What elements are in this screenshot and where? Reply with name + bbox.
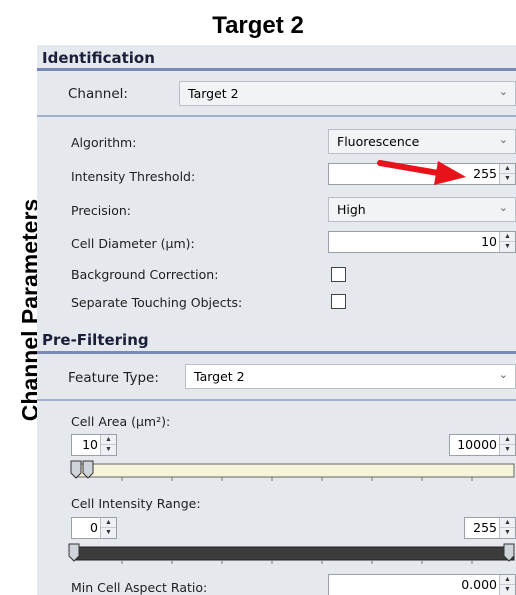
separate-objects-checkbox[interactable] [331, 294, 346, 309]
cell-area-min-input[interactable]: 10 ▲ ▼ [71, 434, 117, 456]
channel-value: Target 2 [188, 86, 239, 101]
cell-area-max-value: 10000 [457, 437, 497, 452]
figure-title: Target 2 [212, 12, 304, 39]
feature-rule [37, 399, 516, 401]
spin-down-icon[interactable]: ▼ [500, 585, 515, 595]
intensity-threshold-value: 255 [473, 166, 497, 181]
cell-intensity-range-label: Cell Intensity Range: [71, 496, 201, 511]
precision-dropdown[interactable]: High ⌄ [328, 197, 516, 222]
channel-label: Channel: [68, 86, 128, 102]
min-aspect-ratio-input[interactable]: 0.000 ▲ ▼ [328, 574, 516, 595]
spin-buttons[interactable]: ▲ ▼ [499, 435, 515, 455]
spin-down-icon[interactable]: ▼ [101, 528, 116, 538]
spin-buttons[interactable]: ▲ ▼ [100, 518, 116, 538]
background-correction-checkbox[interactable] [331, 267, 346, 282]
cell-diameter-input[interactable]: 10 ▲ ▼ [328, 231, 516, 253]
feature-type-dropdown[interactable]: Target 2 ⌄ [185, 364, 516, 389]
cell-area-track [76, 463, 515, 478]
spin-down-icon[interactable]: ▼ [500, 528, 515, 538]
identification-rule [37, 68, 516, 71]
min-aspect-ratio-label: Min Cell Aspect Ratio: [71, 580, 208, 595]
feature-type-label: Feature Type: [68, 370, 159, 386]
spin-buttons[interactable]: ▲ ▼ [499, 164, 515, 184]
spin-up-icon[interactable]: ▲ [500, 518, 515, 528]
precision-label: Precision: [71, 203, 131, 218]
cell-area-label: Cell Area (µm²): [71, 414, 171, 429]
spin-up-icon[interactable]: ▲ [500, 164, 515, 174]
min-aspect-ratio-value: 0.000 [461, 577, 497, 592]
spin-up-icon[interactable]: ▲ [500, 232, 515, 242]
algorithm-label: Algorithm: [71, 135, 137, 150]
separate-objects-label: Separate Touching Objects: [71, 295, 243, 310]
precision-value: High [337, 202, 366, 217]
spin-up-icon[interactable]: ▲ [101, 435, 116, 445]
range-track [74, 546, 515, 561]
spin-buttons[interactable]: ▲ ▼ [499, 575, 515, 595]
channel-rule [37, 115, 516, 117]
spin-down-icon[interactable]: ▼ [500, 242, 515, 252]
algorithm-value: Fluorescence [337, 134, 420, 149]
range-max-input[interactable]: 255 ▲ ▼ [464, 517, 516, 539]
spin-down-icon[interactable]: ▼ [101, 445, 116, 455]
cell-area-slider[interactable] [67, 459, 516, 485]
cell-intensity-range-slider[interactable] [67, 542, 516, 568]
red-arrow-annotation [377, 160, 466, 185]
settings-panel: Identification Channel: Target 2 ⌄ Algor… [37, 45, 516, 595]
algorithm-dropdown[interactable]: Fluorescence ⌄ [328, 129, 516, 154]
cell-area-min-value: 10 [82, 437, 98, 452]
intensity-threshold-label: Intensity Threshold: [71, 169, 196, 184]
range-max-value: 255 [473, 520, 497, 535]
identification-header: Identification [42, 49, 155, 67]
prefiltering-header: Pre-Filtering [42, 331, 149, 349]
chevron-down-icon: ⌄ [498, 368, 508, 381]
prefiltering-rule [37, 351, 516, 354]
chevron-down-icon: ⌄ [498, 201, 508, 214]
spin-buttons[interactable]: ▲ ▼ [499, 232, 515, 252]
spin-up-icon[interactable]: ▲ [500, 435, 515, 445]
range-min-input[interactable]: 0 ▲ ▼ [71, 517, 117, 539]
chevron-down-icon: ⌄ [498, 133, 508, 146]
spin-up-icon[interactable]: ▲ [500, 575, 515, 585]
spin-down-icon[interactable]: ▼ [500, 174, 515, 184]
cell-diameter-label: Cell Diameter (µm): [71, 236, 195, 251]
spin-down-icon[interactable]: ▼ [500, 445, 515, 455]
range-min-value: 0 [90, 520, 98, 535]
spin-buttons[interactable]: ▲ ▼ [499, 518, 515, 538]
range-ticks [121, 560, 473, 564]
spin-buttons[interactable]: ▲ ▼ [100, 435, 116, 455]
spin-up-icon[interactable]: ▲ [101, 518, 116, 528]
cell-area-max-input[interactable]: 10000 ▲ ▼ [449, 434, 516, 456]
background-correction-label: Background Correction: [71, 267, 219, 282]
channel-dropdown[interactable]: Target 2 ⌄ [179, 81, 516, 106]
cell-diameter-value: 10 [481, 234, 497, 249]
feature-type-value: Target 2 [194, 369, 245, 384]
chevron-down-icon: ⌄ [498, 85, 508, 98]
cell-area-ticks [121, 477, 473, 481]
